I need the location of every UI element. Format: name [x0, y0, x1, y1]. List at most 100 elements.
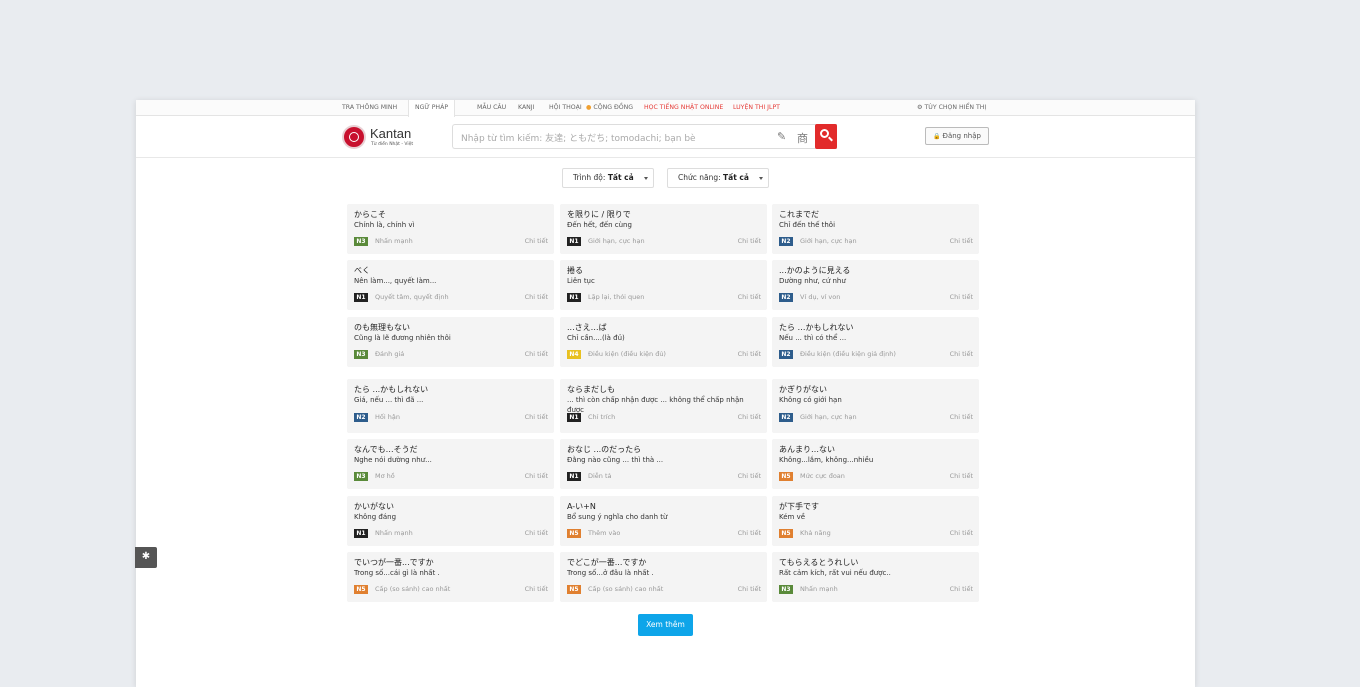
lock-icon: 🔒	[933, 133, 941, 140]
detail-link[interactable]: Chi tiết	[950, 472, 973, 481]
grammar-meaning: Nghe nói dường như...	[354, 456, 432, 464]
nav-hoi-thoai[interactable]: HỘI THOẠI	[549, 100, 582, 116]
detail-link[interactable]: Chi tiết	[525, 293, 548, 302]
grammar-pattern: のも無理もない	[354, 323, 410, 332]
nav-mau-cau[interactable]: MẪU CÂU	[477, 100, 506, 116]
grammar-meaning: Chỉ đến thế thôi	[779, 221, 836, 229]
grammar-type: Giới hạn, cực hạn	[800, 413, 857, 421]
level-badge: N2	[779, 293, 793, 302]
grammar-card[interactable]: のも無理もない Cũng là lẽ đương nhiên thôi N3 Đánh…	[347, 317, 554, 367]
grammar-card[interactable]: あんまり…ない Không...lắm, không...nhiều N5 Mức c…	[772, 439, 979, 489]
grammar-meaning: Dường như, cứ như	[779, 277, 846, 285]
kantan-logo[interactable]: Kantan Từ điển Nhật - Việt	[342, 125, 414, 151]
detail-link[interactable]: Chi tiết	[738, 237, 761, 246]
grammar-card[interactable]: ならまだしも ... thì còn chấp nhận được ... khô…	[560, 379, 767, 433]
grammar-card[interactable]: を限りに / 限りで Đến hết, đến cùng N1 Giới hạn, c…	[560, 204, 767, 254]
grammar-meaning: ... thì còn chấp nhận được ... không thể…	[567, 396, 744, 414]
function-filter[interactable]: Chức năng: Tất cả	[667, 168, 769, 188]
nav-tra-thong-minh[interactable]: TRA THÔNG MINH	[342, 100, 397, 116]
display-options-label: TÙY CHỌN HIỂN THỊ	[924, 104, 987, 111]
grammar-card[interactable]: おなじ ...のだったら Đằng nào cũng ... thì thà ..…	[560, 439, 767, 489]
nav-luyen-thi-jlpt[interactable]: LUYỆN THI JLPT	[733, 100, 780, 116]
level-badge: N3	[354, 472, 368, 481]
grammar-type: Lặp lại, thói quen	[588, 293, 645, 301]
grammar-card[interactable]: 捲る Liên tục N1 Lặp lại, thói quen Chi tiết	[560, 260, 767, 310]
login-button[interactable]: 🔒 Đăng nhập	[925, 127, 989, 145]
detail-link[interactable]: Chi tiết	[525, 472, 548, 481]
detail-link[interactable]: Chi tiết	[525, 585, 548, 594]
detail-link[interactable]: Chi tiết	[738, 529, 761, 538]
grammar-card[interactable]: たら ...かもしれない Giá, nếu ... thì đã ... N2 Hối…	[347, 379, 554, 433]
bug-report-tab[interactable]: ✱	[135, 547, 157, 568]
detail-link[interactable]: Chi tiết	[525, 350, 548, 359]
grammar-meaning: Không...lắm, không...nhiều	[779, 456, 874, 464]
bug-icon: ✱	[141, 551, 151, 562]
grammar-meaning: Đằng nào cũng ... thì thà ...	[567, 456, 664, 464]
logo-icon	[342, 125, 366, 149]
search-input[interactable]: Nhập từ tìm kiếm: 友達; ともだち; tomodachi; b…	[452, 124, 837, 149]
grammar-pattern: A-い+N	[567, 502, 596, 511]
grammar-pattern: あんまり…ない	[779, 445, 835, 454]
grammar-card[interactable]: A-い+N Bổ sung ý nghĩa cho danh từ N5 Thêm v…	[560, 496, 767, 546]
grammar-card[interactable]: かぎりがない Không có giới hạn N2 Giới hạn, cực h…	[772, 379, 979, 433]
detail-link[interactable]: Chi tiết	[950, 293, 973, 302]
detail-link[interactable]: Chi tiết	[950, 585, 973, 594]
grammar-card[interactable]: これまでだ Chỉ đến thế thôi N2 Giới hạn, cực hạn…	[772, 204, 979, 254]
level-filter-label: Trình độ:	[573, 173, 606, 182]
nav-ngu-phap[interactable]: NGỮ PHÁP	[408, 100, 456, 117]
grammar-meaning: Trong số...ở đâu là nhất .	[567, 569, 654, 577]
grammar-pattern: これまでだ	[779, 210, 819, 219]
grammar-card[interactable]: ...かのように見える Dường như, cứ như N2 Ví dụ, ví …	[772, 260, 979, 310]
top-navigation: TRA THÔNG MINH NGỮ PHÁP MẪU CÂU KANJI HỘ…	[136, 100, 1195, 117]
grammar-pattern: ...さえ…ば	[567, 323, 607, 332]
chevron-down-icon	[644, 177, 648, 180]
nav-hoc-tieng-nhat-online[interactable]: HỌC TIẾNG NHẬT ONLINE	[644, 100, 723, 116]
detail-link[interactable]: Chi tiết	[950, 529, 973, 538]
grammar-type: Điều kiện (điều kiện đủ)	[588, 350, 666, 358]
grammar-card[interactable]: からこそ Chính là, chính vì N3 Nhấn mạnh Chi tiế…	[347, 204, 554, 254]
grammar-card[interactable]: が下手です Kém về N5 Khả năng Chi tiết	[772, 496, 979, 546]
level-badge: N1	[354, 529, 368, 538]
detail-link[interactable]: Chi tiết	[738, 585, 761, 594]
grammar-card[interactable]: でどこが一番...ですか Trong số...ở đâu là nhất . N5…	[560, 552, 767, 602]
kanji-icon[interactable]: 商	[797, 130, 808, 146]
grammar-type: Mơ hồ	[375, 472, 395, 480]
search-button[interactable]	[815, 124, 837, 149]
see-more-button[interactable]: Xem thêm	[638, 614, 693, 636]
grammar-meaning: Giá, nếu ... thì đã ...	[354, 396, 424, 404]
detail-link[interactable]: Chi tiết	[525, 529, 548, 538]
detail-link[interactable]: Chi tiết	[738, 293, 761, 302]
grammar-meaning: Liên tục	[567, 277, 595, 285]
grammar-meaning: Bổ sung ý nghĩa cho danh từ	[567, 513, 668, 521]
detail-link[interactable]: Chi tiết	[738, 472, 761, 481]
detail-link[interactable]: Chi tiết	[950, 413, 973, 422]
grammar-type: Đánh giá	[375, 350, 405, 358]
logo-name: Kantan	[370, 126, 412, 141]
dot-icon: ●	[586, 104, 592, 111]
level-badge: N1	[567, 472, 581, 481]
nav-cong-dong[interactable]: ● CỘNG ĐỒNG	[586, 100, 633, 116]
grammar-pattern: を限りに / 限りで	[567, 210, 631, 219]
detail-link[interactable]: Chi tiết	[738, 413, 761, 422]
detail-link[interactable]: Chi tiết	[950, 237, 973, 246]
grammar-card[interactable]: でいつが一番...ですか Trong số...cái gì là nhất . N…	[347, 552, 554, 602]
detail-link[interactable]: Chi tiết	[950, 350, 973, 359]
level-filter[interactable]: Trình độ: Tất cả	[562, 168, 654, 188]
grammar-card[interactable]: てもらえるとうれしい Rất cảm kích, rất vui nếu được…	[772, 552, 979, 602]
grammar-type: Nhấn mạnh	[800, 585, 838, 593]
display-options[interactable]: ⚙ TÙY CHỌN HIỂN THỊ	[917, 100, 986, 116]
grammar-card[interactable]: たら …かもしれない Nếu ... thì có thể ... N2 Điều k…	[772, 317, 979, 367]
grammar-meaning: Không có giới hạn	[779, 396, 842, 404]
detail-link[interactable]: Chi tiết	[738, 350, 761, 359]
grammar-card[interactable]: べく Nên làm..., quyết làm... N1 Quyết tâm, q…	[347, 260, 554, 310]
nav-kanji[interactable]: KANJI	[518, 100, 534, 116]
detail-link[interactable]: Chi tiết	[525, 237, 548, 246]
grammar-meaning: Không đáng	[354, 513, 397, 521]
grammar-type: Nhấn mạnh	[375, 237, 413, 245]
grammar-card[interactable]: ...さえ…ば Chỉ cần....(là đủ) N4 Điều kiện (đi…	[560, 317, 767, 367]
grammar-card[interactable]: なんでも…そうだ Nghe nói dường như... N3 Mơ hồ Chi …	[347, 439, 554, 489]
pencil-icon[interactable]: ✎	[777, 130, 786, 143]
grammar-card[interactable]: かいがない Không đáng N1 Nhấn mạnh Chi tiết	[347, 496, 554, 546]
detail-link[interactable]: Chi tiết	[525, 413, 548, 422]
grammar-pattern: からこそ	[354, 210, 386, 219]
